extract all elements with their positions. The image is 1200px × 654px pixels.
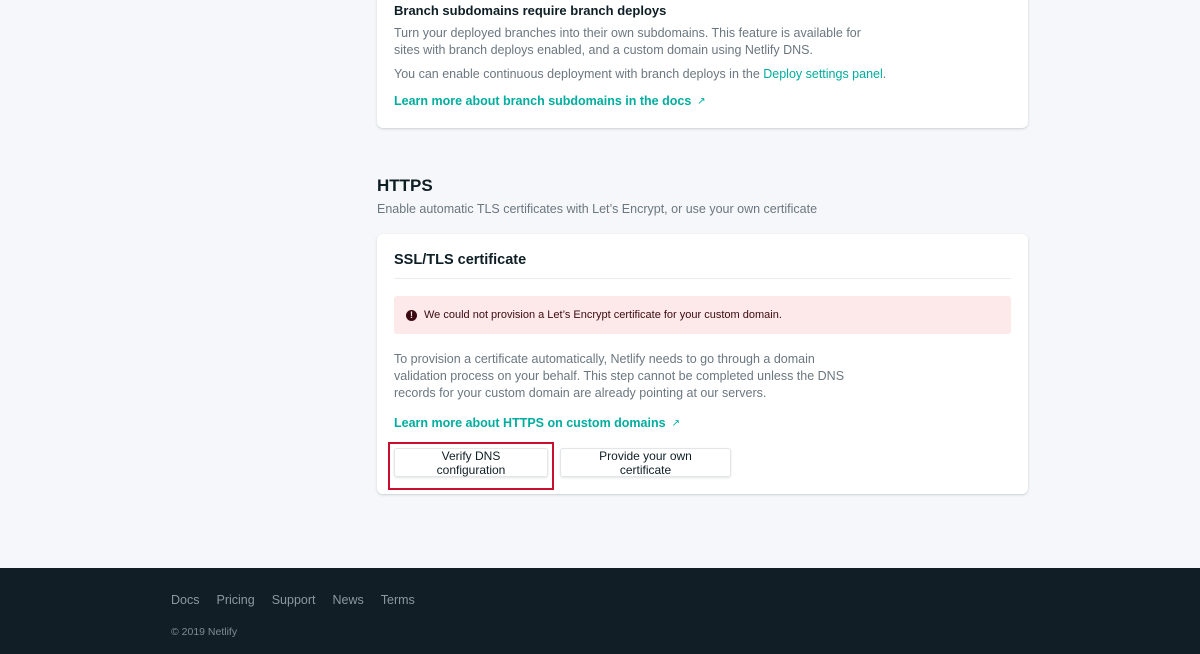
- error-alert: ! We could not provision a Let’s Encrypt…: [394, 296, 1011, 334]
- highlight-box: [388, 442, 554, 490]
- branch-subdomains-card: Branch subdomains require branch deploys…: [377, 0, 1028, 128]
- https-learn-more: Learn more about HTTPS on custom domains…: [394, 416, 680, 430]
- error-alert-text: We could not provision a Let’s Encrypt c…: [424, 309, 782, 321]
- deploy-settings-link[interactable]: Deploy settings panel: [763, 67, 883, 81]
- footer-nav: Docs Pricing Support News Terms: [171, 593, 415, 607]
- https-docs-link[interactable]: Learn more about HTTPS on custom domains: [394, 416, 666, 430]
- https-section-subtitle: Enable automatic TLS certificates with L…: [377, 202, 818, 216]
- provide-certificate-button[interactable]: Provide your own certificate: [560, 448, 731, 477]
- divider: [394, 278, 1011, 279]
- deploy-settings-prefix: You can enable continuous deployment wit…: [394, 67, 760, 81]
- ssl-description: To provision a certificate automatically…: [394, 352, 845, 400]
- branch-subdomains-learn-more: Learn more about branch subdomains in th…: [394, 94, 706, 108]
- https-section-title: HTTPS: [377, 176, 433, 195]
- deploy-settings-suffix: .: [882, 67, 887, 81]
- ssl-card-title: SSL/TLS certificate: [394, 252, 527, 268]
- footer-link-pricing[interactable]: Pricing: [216, 593, 254, 607]
- footer-link-news[interactable]: News: [332, 593, 363, 607]
- branch-subdomains-docs-link[interactable]: Learn more about branch subdomains in th…: [394, 94, 691, 108]
- footer: Docs Pricing Support News Terms © 2019 N…: [0, 568, 1200, 654]
- branch-subdomains-description: Turn your deployed branches into their o…: [394, 26, 861, 57]
- footer-link-terms[interactable]: Terms: [381, 593, 415, 607]
- deploy-settings-text: You can enable continuous deployment wit…: [394, 66, 886, 83]
- external-link-icon: ↗: [697, 96, 706, 107]
- exclamation-circle-icon: !: [406, 309, 417, 321]
- footer-link-support[interactable]: Support: [272, 593, 316, 607]
- footer-link-docs[interactable]: Docs: [171, 593, 199, 607]
- external-link-icon: ↗: [671, 418, 680, 429]
- copyright: © 2019 Netlify: [171, 626, 238, 638]
- branch-subdomains-title: Branch subdomains require branch deploys: [394, 3, 667, 18]
